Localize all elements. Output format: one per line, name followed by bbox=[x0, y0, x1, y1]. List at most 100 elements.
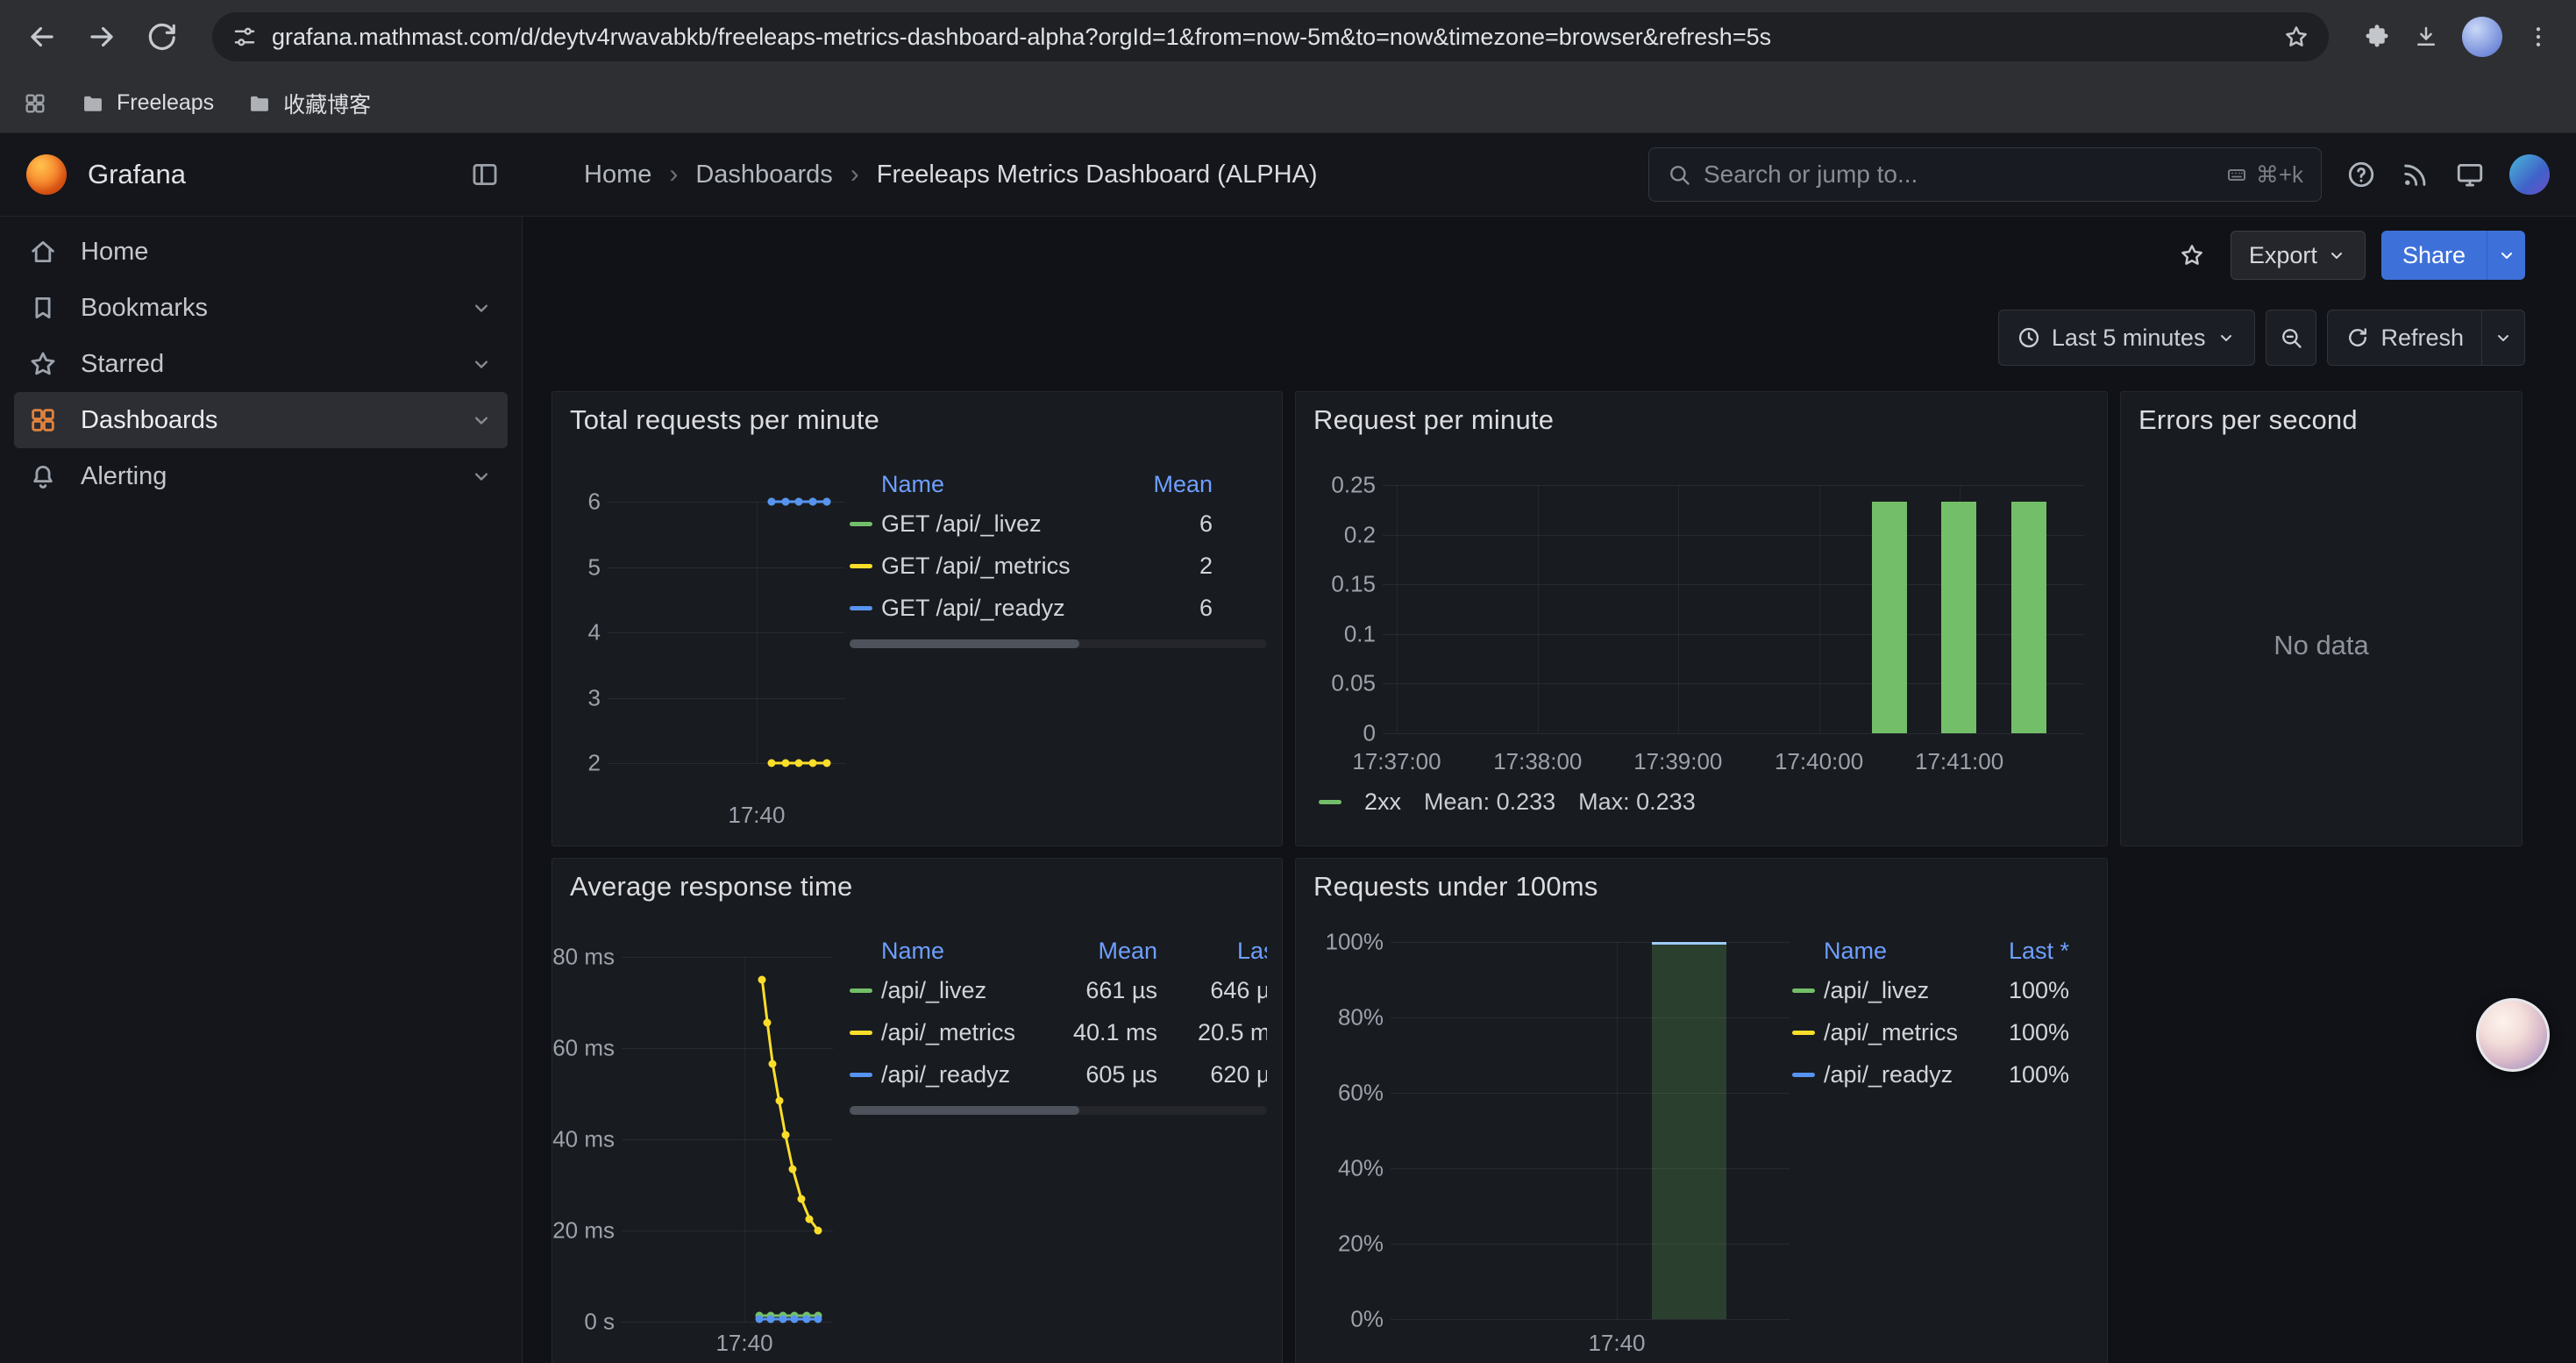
refresh-button[interactable]: Refresh bbox=[2328, 310, 2481, 365]
zoom-out-button[interactable] bbox=[2266, 310, 2316, 366]
legend-col-name[interactable]: Name bbox=[881, 938, 1057, 965]
legend-col-name[interactable]: Name bbox=[1824, 938, 1973, 965]
browser-menu-icon[interactable] bbox=[2525, 24, 2551, 50]
scrollbar-thumb[interactable] bbox=[850, 639, 1079, 648]
keyboard-icon bbox=[2226, 164, 2247, 185]
export-button[interactable]: Export bbox=[2231, 231, 2366, 280]
series-name[interactable]: GET /api/_readyz bbox=[881, 595, 1127, 622]
search-input[interactable] bbox=[1704, 161, 2214, 189]
average-response-time-chart: 80 ms60 ms40 ms20 ms0 s17:40 bbox=[561, 957, 833, 1363]
legend-col-last[interactable]: Last bbox=[1157, 938, 1267, 965]
search-box[interactable]: ⌘+k bbox=[1648, 147, 2322, 202]
series-name[interactable]: 2xx bbox=[1364, 789, 1401, 816]
refresh-icon bbox=[2345, 325, 2370, 350]
legend-col-mean[interactable]: Mean bbox=[1127, 471, 1213, 498]
series-last: 620 µs bbox=[1157, 1061, 1267, 1088]
grafana-header: Grafana Home › Dashboards › Freeleaps Me… bbox=[0, 133, 2576, 217]
downloads-icon[interactable] bbox=[2413, 24, 2439, 50]
series-name[interactable]: /api/_metrics bbox=[881, 1019, 1057, 1046]
bookmark-folder-blogs[interactable]: 收藏博客 bbox=[247, 88, 371, 119]
panel-title[interactable]: Request per minute bbox=[1313, 404, 1554, 436]
display-icon[interactable] bbox=[2455, 160, 2485, 189]
screen: Freeleaps 收藏博客 Grafana Home › Dashboards… bbox=[0, 0, 2576, 1363]
share-label: Share bbox=[2402, 242, 2466, 269]
dashboards-icon bbox=[28, 405, 58, 435]
folder-icon bbox=[247, 91, 272, 116]
panel-title[interactable]: Requests under 100ms bbox=[1313, 871, 1598, 903]
series-name[interactable]: /api/_metrics bbox=[1824, 1019, 1973, 1046]
empty-grid-cell bbox=[2120, 858, 2523, 1363]
panel-title[interactable]: Total requests per minute bbox=[570, 404, 879, 436]
news-rss-icon[interactable] bbox=[2401, 160, 2430, 189]
series-swatch bbox=[1319, 800, 1341, 804]
series-name[interactable]: /api/_readyz bbox=[881, 1061, 1057, 1088]
legend-row: /api/_readyz 605 µs 620 µs bbox=[850, 1053, 1267, 1095]
share-button[interactable]: Share bbox=[2381, 231, 2487, 280]
series-swatch bbox=[850, 1031, 872, 1035]
bookmarks-bar: Freeleaps 收藏博客 bbox=[0, 74, 2576, 133]
series-mean: 2 bbox=[1127, 553, 1213, 580]
legend-scrollbar[interactable] bbox=[850, 639, 1267, 648]
panel-title[interactable]: Average response time bbox=[570, 871, 852, 903]
series-max: Max: 0.233 bbox=[1578, 789, 1696, 816]
scrollbar-thumb[interactable] bbox=[850, 1106, 1079, 1115]
series-name[interactable]: /api/_readyz bbox=[1824, 1061, 1973, 1088]
legend-col-name[interactable]: Name bbox=[881, 471, 1127, 498]
grafana-brand: Grafana bbox=[0, 154, 523, 195]
chevron-down-icon[interactable] bbox=[469, 464, 494, 489]
grafana-logo[interactable] bbox=[26, 154, 67, 195]
breadcrumb-dashboards[interactable]: Dashboards bbox=[695, 161, 832, 189]
sidebar-item-bookmarks[interactable]: Bookmarks bbox=[14, 280, 508, 336]
forward-button[interactable] bbox=[77, 12, 126, 61]
sidebar-item-home[interactable]: Home bbox=[14, 224, 508, 280]
bookmark-star-icon[interactable] bbox=[2283, 24, 2309, 50]
reload-button[interactable] bbox=[137, 12, 186, 61]
legend-col-last[interactable]: Last * bbox=[1973, 938, 2069, 965]
sidebar-item-starred[interactable]: Starred bbox=[14, 336, 508, 392]
legend-scrollbar[interactable] bbox=[850, 1106, 1267, 1115]
series-name[interactable]: GET /api/_metrics bbox=[881, 553, 1127, 580]
dashboard-content: Export Share Last 5 minutes bbox=[523, 217, 2576, 1363]
legend-table: Name Mean GET /api/_livez 6 GET /api/_me… bbox=[850, 466, 1267, 648]
sidebar-item-label: Alerting bbox=[81, 462, 167, 491]
apps-grid-icon[interactable] bbox=[23, 91, 47, 116]
extensions-icon[interactable] bbox=[2364, 24, 2390, 50]
legend: 2xx Mean: 0.233 Max: 0.233 bbox=[1319, 789, 1696, 816]
series-name[interactable]: GET /api/_livez bbox=[881, 510, 1127, 538]
legend-row: GET /api/_readyz 6 bbox=[850, 587, 1267, 629]
help-icon[interactable] bbox=[2346, 160, 2376, 189]
url-input[interactable] bbox=[272, 24, 2269, 51]
chevron-down-icon bbox=[2493, 327, 2514, 348]
favorite-dashboard-button[interactable] bbox=[2169, 232, 2215, 278]
chevron-down-icon[interactable] bbox=[469, 296, 494, 320]
series-mean: 6 bbox=[1127, 595, 1213, 622]
chevron-down-icon[interactable] bbox=[469, 408, 494, 432]
breadcrumb: Home › Dashboards › Freeleaps Metrics Da… bbox=[584, 160, 1318, 189]
user-avatar[interactable] bbox=[2509, 154, 2550, 195]
legend-row: /api/_metrics 40.1 ms 20.5 ms bbox=[850, 1011, 1267, 1053]
sidebar-item-dashboards[interactable]: Dashboards bbox=[14, 392, 508, 448]
refresh-interval-button[interactable] bbox=[2481, 310, 2524, 365]
mega-menu-dock-icon[interactable] bbox=[470, 160, 500, 189]
browser-profile-avatar[interactable] bbox=[2462, 17, 2502, 57]
site-settings-icon[interactable] bbox=[231, 24, 258, 50]
browser-toolbar bbox=[0, 0, 2576, 74]
legend-col-mean[interactable]: Mean bbox=[1057, 938, 1157, 965]
chevron-down-icon bbox=[2216, 327, 2237, 348]
share-menu-button[interactable] bbox=[2487, 231, 2525, 280]
back-button[interactable] bbox=[18, 12, 67, 61]
floating-assistant-avatar[interactable] bbox=[2476, 998, 2550, 1072]
chevron-down-icon[interactable] bbox=[469, 352, 494, 376]
series-last: 100% bbox=[1973, 1019, 2069, 1046]
series-swatch bbox=[850, 1073, 872, 1077]
series-last: 646 µs bbox=[1157, 977, 1267, 1004]
header-actions bbox=[2322, 154, 2576, 195]
series-name[interactable]: /api/_livez bbox=[881, 977, 1057, 1004]
bookmark-folder-freeleaps[interactable]: Freeleaps bbox=[81, 90, 214, 116]
address-bar[interactable] bbox=[212, 12, 2329, 61]
sidebar-item-alerting[interactable]: Alerting bbox=[14, 448, 508, 504]
series-name[interactable]: /api/_livez bbox=[1824, 977, 1973, 1004]
breadcrumb-home[interactable]: Home bbox=[584, 161, 651, 189]
no-data-message: No data bbox=[2121, 392, 2522, 846]
time-range-picker[interactable]: Last 5 minutes bbox=[1998, 310, 2256, 366]
